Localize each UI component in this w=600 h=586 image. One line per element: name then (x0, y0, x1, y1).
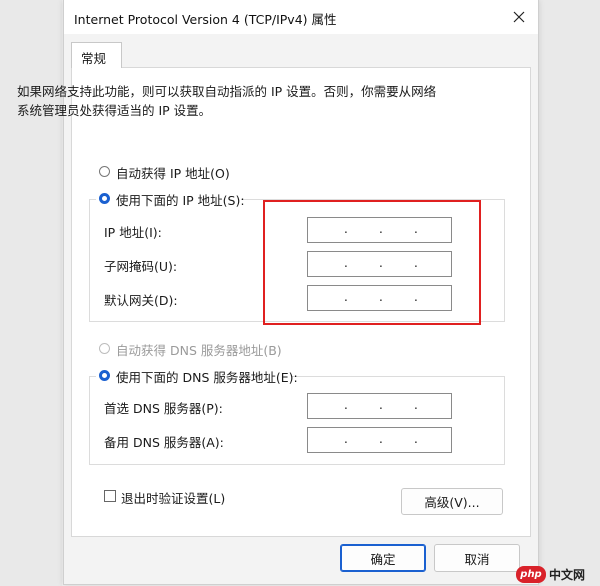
preferred-dns-input[interactable]: ... (307, 393, 452, 419)
auto-ip-radio[interactable] (99, 166, 110, 177)
validate-settings-label: 退出时验证设置(L) (121, 491, 226, 506)
title-bar: Internet Protocol Version 4 (TCP/IPv4) 属… (64, 0, 538, 34)
site-watermark: php 中文网 (516, 562, 600, 586)
close-button[interactable] (504, 3, 534, 31)
watermark-text: 中文网 (549, 567, 586, 582)
alternate-dns-label: 备用 DNS 服务器(A): (104, 435, 224, 450)
alternate-dns-input[interactable]: ... (307, 427, 452, 453)
ok-button[interactable]: 确定 (340, 544, 426, 572)
close-icon (513, 11, 525, 23)
ip-address-label: IP 地址(I): (104, 225, 162, 240)
validate-settings-checkbox[interactable] (104, 490, 116, 502)
cancel-button[interactable]: 取消 (434, 544, 520, 572)
watermark-logo: php (516, 565, 546, 583)
annotation-highlight-box (263, 200, 481, 325)
manual-ip-label: 使用下面的 IP 地址(S): (116, 193, 245, 208)
tab-general-label: 常规 (81, 51, 107, 66)
manual-dns-label: 使用下面的 DNS 服务器地址(E): (116, 370, 298, 385)
auto-dns-label: 自动获得 DNS 服务器地址(B) (116, 343, 282, 358)
description-text: 如果网络支持此功能，则可以获取自动指派的 IP 设置。否则，你需要从网络系统管理… (17, 84, 437, 118)
window-title: Internet Protocol Version 4 (TCP/IPv4) 属… (74, 12, 337, 27)
auto-dns-radio[interactable] (99, 343, 110, 354)
manual-ip-radio[interactable] (99, 193, 110, 204)
default-gateway-label: 默认网关(D): (104, 293, 178, 308)
preferred-dns-label: 首选 DNS 服务器(P): (104, 401, 223, 416)
manual-dns-radio[interactable] (99, 370, 110, 381)
advanced-button[interactable]: 高级(V)... (401, 488, 503, 515)
subnet-mask-label: 子网掩码(U): (104, 259, 178, 274)
tab-general[interactable]: 常规 (71, 42, 122, 68)
auto-ip-label: 自动获得 IP 地址(O) (116, 166, 230, 181)
background-right (538, 0, 600, 586)
